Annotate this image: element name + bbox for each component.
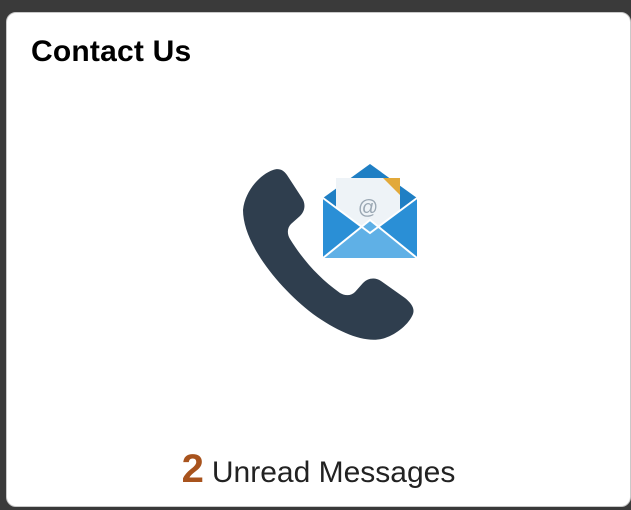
unread-messages-summary: 2 Unread Messages — [7, 447, 630, 492]
unread-label: Unread Messages — [211, 456, 456, 489]
envelope-icon: @ — [322, 164, 418, 259]
phone-with-envelope-icon: @ — [243, 164, 418, 340]
tile-title: Contact Us — [31, 35, 192, 68]
page-frame: Contact Us @ 2 Unread Messages — [0, 0, 631, 510]
unread-count: 2 — [181, 447, 204, 491]
contact-us-tile[interactable]: Contact Us @ 2 Unread Messages — [6, 12, 631, 507]
svg-text:@: @ — [358, 197, 378, 219]
